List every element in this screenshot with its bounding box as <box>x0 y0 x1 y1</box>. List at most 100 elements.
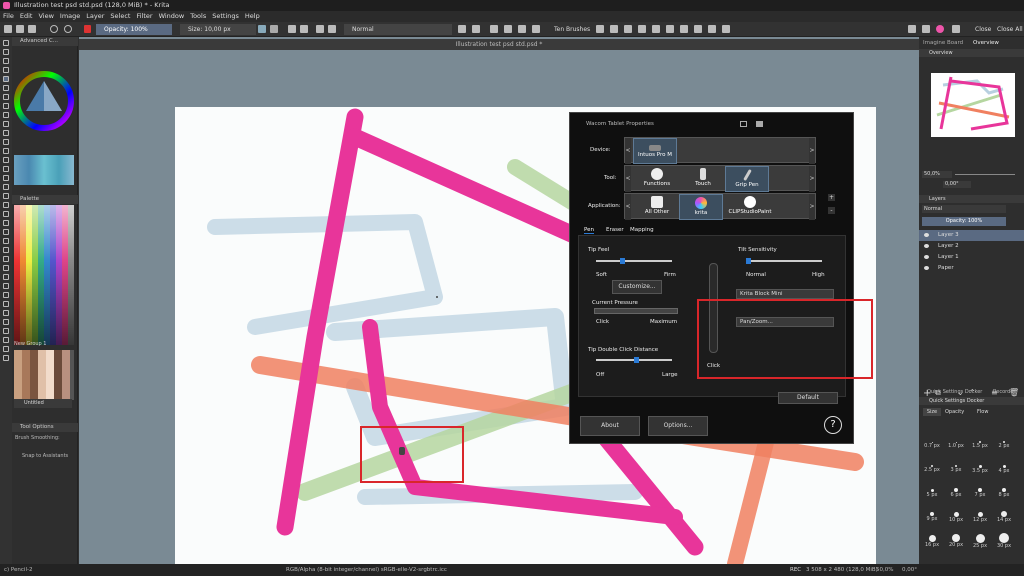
visibility-icon[interactable] <box>924 233 929 237</box>
recorder-tab[interactable]: Recorder <box>993 389 1015 395</box>
layer-opacity-field[interactable]: Opacity: 100% <box>922 217 1006 226</box>
opacity-field[interactable]: Opacity: 100% <box>96 24 172 35</box>
clear-icon[interactable] <box>472 25 480 33</box>
smart-patch-icon[interactable] <box>3 220 9 226</box>
menu-view[interactable]: View <box>35 11 56 22</box>
texture-icon[interactable] <box>270 25 278 33</box>
colorize-mask-icon[interactable] <box>3 211 9 217</box>
upper-button-select[interactable]: Krita Block Mini <box>736 289 834 299</box>
device-next-button[interactable]: > <box>809 138 815 164</box>
polygon-tool-icon[interactable] <box>3 112 9 118</box>
brush-size-option[interactable]: 8 px <box>993 482 1015 498</box>
mirror-horizontal-icon[interactable] <box>490 25 498 33</box>
reference-images-icon[interactable] <box>3 265 9 271</box>
brush-3-icon[interactable] <box>624 25 632 33</box>
bezier-tool-icon[interactable] <box>3 130 9 136</box>
enclose-fill-icon[interactable] <box>3 238 9 244</box>
status-zoom[interactable]: 50,0% <box>876 564 893 576</box>
tool-prev-button[interactable]: < <box>625 166 631 192</box>
brush-size-option[interactable]: 12 px <box>969 506 991 523</box>
layer-row-1[interactable]: Layer 1 <box>919 252 1024 263</box>
menu-edit[interactable]: Edit <box>17 11 36 22</box>
pan-tool-icon[interactable] <box>3 355 9 361</box>
menu-settings[interactable]: Settings <box>209 11 242 22</box>
fill-tool-icon[interactable] <box>3 229 9 235</box>
brush-4-icon[interactable] <box>638 25 646 33</box>
close-button[interactable]: Close <box>975 24 991 35</box>
brush-size-option[interactable]: 9 px <box>921 506 943 522</box>
open-document-icon[interactable] <box>16 25 24 33</box>
gradient-icon[interactable] <box>300 25 308 33</box>
brush-size-option[interactable]: 6 px <box>945 482 967 498</box>
brush-size-option[interactable]: 0.7 px <box>921 434 943 449</box>
brushes-label[interactable]: Ten Brushes <box>554 24 590 35</box>
menu-layer[interactable]: Layer <box>83 11 107 22</box>
overview-thumbnail[interactable] <box>931 73 1015 137</box>
tab-imagine-board[interactable]: Imagine Board <box>923 40 963 46</box>
line-tool-icon[interactable] <box>3 85 9 91</box>
measure-tool-icon[interactable] <box>3 256 9 262</box>
brush-size-option[interactable]: 3 px <box>945 458 967 473</box>
pattern-icon[interactable] <box>288 25 296 33</box>
brush-size-option[interactable]: 5 px <box>921 482 943 498</box>
tool-tile-touch[interactable]: Touch <box>681 166 725 192</box>
menu-window[interactable]: Window <box>156 11 188 22</box>
eraser-mode-icon[interactable] <box>316 25 324 33</box>
minimize-icon[interactable] <box>740 121 747 127</box>
brush-8-icon[interactable] <box>694 25 702 33</box>
color-swap-icon[interactable] <box>84 25 91 33</box>
brush-size-option[interactable]: 4 px <box>993 458 1015 474</box>
blend-mode-select[interactable]: Normal <box>344 24 452 35</box>
overview-rotation-field[interactable]: 0,00° <box>943 181 971 188</box>
brush-size-option[interactable]: 2.5 px <box>921 458 943 473</box>
brush-10-icon[interactable] <box>722 25 730 33</box>
brush-size-option[interactable]: 3.5 px <box>969 458 991 474</box>
new-document-icon[interactable] <box>4 25 12 33</box>
app-next-button[interactable]: > <box>809 194 815 220</box>
tool-next-button[interactable]: > <box>809 166 815 192</box>
layer-row-3[interactable]: Layer 3 <box>919 230 1024 241</box>
polygon-select-icon[interactable] <box>3 292 9 298</box>
palette-group-swatches[interactable] <box>14 350 74 400</box>
brush-size-option[interactable]: 16 px <box>921 530 943 548</box>
overview-zoom-slider[interactable] <box>955 174 1015 175</box>
menu-file[interactable]: File <box>0 11 17 22</box>
mirror-vertical-icon[interactable] <box>504 25 512 33</box>
brush-size-option[interactable]: 25 px <box>969 530 991 549</box>
options-button[interactable]: Options... <box>648 416 708 436</box>
similar-select-icon[interactable] <box>3 319 9 325</box>
brush-2-icon[interactable] <box>610 25 618 33</box>
visibility-icon[interactable] <box>924 244 929 248</box>
brush-size-option[interactable]: 1.5 px <box>969 434 991 449</box>
tablet-icon[interactable] <box>756 121 763 127</box>
close-all-button[interactable]: Close All <box>997 24 1023 35</box>
move-tool-icon[interactable] <box>3 175 9 181</box>
bezier-select-icon[interactable] <box>3 328 9 334</box>
dynamic-brush-icon[interactable] <box>3 148 9 154</box>
qs-tab-size[interactable]: Size <box>923 408 941 416</box>
tool-tile-grip-pen[interactable]: Grip Pen <box>725 166 769 192</box>
zoom-tool-icon[interactable] <box>3 346 9 352</box>
brush-5-icon[interactable] <box>652 25 660 33</box>
tab-overview[interactable]: Overview <box>973 40 999 46</box>
window-layout-icon[interactable] <box>908 25 916 33</box>
brush-9-icon[interactable] <box>708 25 716 33</box>
size-field[interactable]: Size: 10,00 px <box>180 24 256 35</box>
redo-icon[interactable] <box>64 25 72 33</box>
add-app-button[interactable]: + <box>828 194 835 201</box>
select-shape-icon[interactable] <box>3 40 9 46</box>
polyline-tool-icon[interactable] <box>3 121 9 127</box>
app-tile-all-other[interactable]: All Other <box>635 194 679 220</box>
magnetic-select-icon[interactable] <box>3 337 9 343</box>
calligraphy-icon[interactable] <box>3 67 9 73</box>
menu-tools[interactable]: Tools <box>187 11 209 22</box>
reload-preset-icon[interactable] <box>458 25 466 33</box>
brush-6-icon[interactable] <box>666 25 674 33</box>
undo-icon[interactable] <box>50 25 58 33</box>
transform-tool-icon[interactable] <box>3 166 9 172</box>
visibility-icon[interactable] <box>924 266 929 270</box>
remove-app-button[interactable]: - <box>828 207 835 214</box>
brush-size-option[interactable]: 1.0 px <box>945 434 967 449</box>
edit-shapes-icon[interactable] <box>3 58 9 64</box>
freehand-select-icon[interactable] <box>3 301 9 307</box>
